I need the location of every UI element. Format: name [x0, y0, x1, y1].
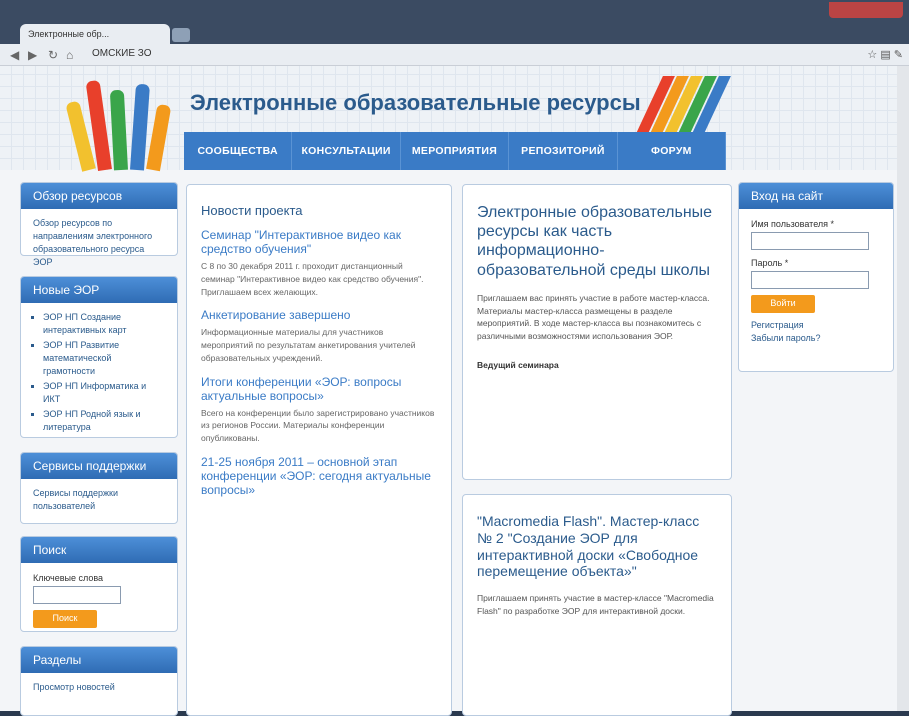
menu-item-consultations[interactable]: КОНСУЛЬТАЦИИ [292, 132, 401, 170]
news-block: Новости проекта Семинар "Интерактивное в… [186, 184, 452, 716]
browser-toolbar: ◀ ▶ ↻ ⌂ ОМСКИЕ ЗО ☆ ▤ ✎ [0, 44, 909, 66]
username-label: Имя пользователя * [751, 219, 835, 229]
list-item[interactable]: ЭОР НП Создание интерактивных карт [43, 311, 165, 337]
list-item[interactable]: ЭОР НП Информатика и ИКТ [43, 380, 165, 406]
search-label: Ключевые слова [33, 573, 104, 583]
news-heading: Новости проекта [201, 203, 303, 218]
search-button[interactable]: Поиск [33, 610, 97, 628]
pencils-illustration [65, 74, 172, 172]
password-field[interactable] [751, 271, 869, 289]
sections-text[interactable]: Просмотр новостей [21, 673, 177, 702]
news-title[interactable]: Семинар "Интерактивное видео как средств… [201, 228, 437, 256]
back-icon[interactable]: ◀ [10, 48, 19, 62]
menu-item-forum[interactable]: ФОРУМ [618, 132, 727, 170]
feature-author: Ведущий семинара [477, 359, 559, 370]
main-menu: СООБЩЕСТВА КОНСУЛЬТАЦИИ МЕРОПРИЯТИЯ РЕПО… [184, 132, 727, 170]
browser-titlebar: Электронные обр... [0, 0, 909, 46]
browser-tab[interactable]: Электронные обр... [20, 24, 170, 46]
window-controls[interactable] [829, 2, 903, 18]
login-title: Вход на сайт [739, 183, 893, 209]
username-field[interactable] [751, 232, 869, 250]
color-stripes-decoration [618, 76, 731, 140]
menu-item-repository[interactable]: РЕПОЗИТОРИЙ [509, 132, 618, 170]
support-title: Сервисы поддержки [21, 453, 177, 479]
news-text: С 8 по 30 декабря 2011 г. проходит диста… [201, 261, 424, 297]
overview-title: Обзор ресурсов [21, 183, 177, 209]
support-text[interactable]: Сервисы поддержки пользователей [21, 479, 177, 521]
forgot-password-link[interactable]: Забыли пароль? [751, 332, 881, 345]
list-item[interactable]: ЭОР НП Развитие математической грамотнос… [43, 339, 165, 378]
reload-icon[interactable]: ↻ [48, 48, 58, 62]
sections-title: Разделы [21, 647, 177, 673]
login-button[interactable]: Войти [751, 295, 815, 313]
feature2-text: Приглашаем принять участие в мастер-клас… [477, 593, 714, 616]
support-block: Сервисы поддержки Сервисы поддержки поль… [20, 452, 178, 524]
new-eor-block: Новые ЭОР ЭОР НП Создание интерактивных … [20, 276, 178, 438]
news-text: Всего на конференции было зарегистрирова… [201, 407, 435, 444]
scrollbar[interactable] [897, 66, 909, 711]
bookmark-star-icon[interactable]: ☆ ▤ ✎ [867, 48, 903, 61]
web-page: Электронные образовательные ресурсы СООБ… [0, 66, 909, 716]
news-title[interactable]: 21-25 ноября 2011 – основной этап конфер… [201, 455, 437, 497]
feature-title[interactable]: Электронные образовательные ресурсы как … [477, 203, 717, 280]
site-title: Электронные образовательные ресурсы [190, 90, 641, 115]
site-header: Электронные образовательные ресурсы СООБ… [0, 66, 909, 172]
menu-item-communities[interactable]: СООБЩЕСТВА [184, 132, 293, 170]
news-title[interactable]: Итоги конференции «ЭОР: вопросы актуальн… [201, 375, 437, 403]
news-title[interactable]: Анкетирование завершено [201, 308, 437, 322]
list-item[interactable]: ЭОР НП Родной язык и литература [43, 408, 165, 434]
feature-block: Электронные образовательные ресурсы как … [462, 184, 732, 480]
search-title: Поиск [21, 537, 177, 563]
new-tab-button[interactable] [172, 28, 190, 42]
search-input[interactable] [33, 586, 121, 604]
feature2-block: "Macromedia Flash". Мастер-класс № 2 "Со… [462, 494, 732, 716]
feature-text: Приглашаем вас принять участие в работе … [477, 292, 710, 341]
register-link[interactable]: Регистрация [751, 313, 881, 332]
sections-block: Разделы Просмотр новостей [20, 646, 178, 716]
new-eor-title: Новые ЭОР [21, 277, 177, 303]
new-eor-list: ЭОР НП Создание интерактивных карт ЭОР Н… [21, 303, 177, 444]
news-text: Информационные материалы для участников … [201, 327, 416, 363]
overview-block: Обзор ресурсов Обзор ресурсов по направл… [20, 182, 178, 267]
feature2-title[interactable]: "Macromedia Flash". Мастер-класс № 2 "Со… [477, 513, 717, 580]
overview-text[interactable]: Обзор ресурсов по направлениям электронн… [21, 209, 177, 277]
home-icon[interactable]: ⌂ [66, 48, 73, 62]
forward-icon[interactable]: ▶ [28, 48, 37, 62]
search-block: Поиск Ключевые слова Поиск [20, 536, 178, 632]
menu-item-events[interactable]: МЕРОПРИЯТИЯ [401, 132, 510, 170]
password-label: Пароль * [751, 258, 789, 268]
address-bar[interactable]: ОМСКИЕ ЗО [92, 47, 842, 63]
login-block: Вход на сайт Имя пользователя * Пароль *… [738, 182, 894, 372]
